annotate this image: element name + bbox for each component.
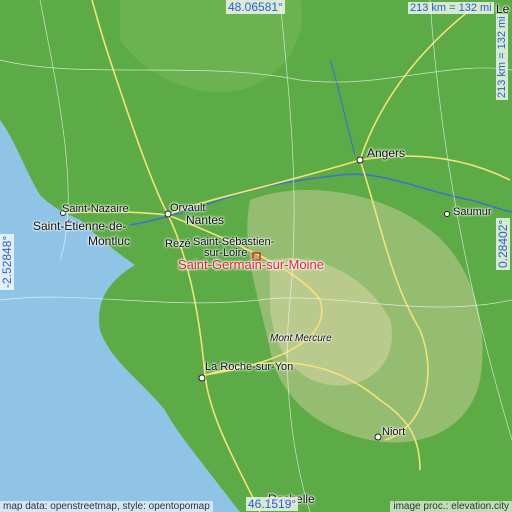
left-longitude: -2.52848° [0,233,14,290]
topographic-map[interactable] [0,0,512,512]
right-longitude: 0.28402° [496,217,510,270]
city-label-saumur: Saumur [453,206,492,218]
city-label-reze: Rezé [165,238,191,250]
angers-dot [356,156,364,164]
scale-right: 213 km = 132 mi [496,14,508,100]
city-label-niort: Niort [382,426,406,438]
saumur-dot [444,211,450,217]
niort-dot [374,433,382,441]
city-label-saint-etienne: Saint-Étienne-de- [33,219,127,233]
bottom-latitude: 46.1519° [246,497,299,511]
scale-top: 213 km = 132 mi [408,2,494,14]
city-label-nantes: Nantes [186,213,225,227]
la-roche-dot [198,374,206,382]
city-label-montluc: Montluc [88,234,131,248]
city-label-mont-mercure: Mont Mercure [270,333,332,344]
image-attribution: image proc.: elevation.city [390,501,512,512]
map-attribution: map data: openstreetmap, style: opentopo… [0,501,213,512]
city-label-saint-nazaire: Saint-Nazaire [62,203,129,215]
top-latitude: 48.06581° [226,0,285,14]
city-label-angers: Angers [367,146,406,160]
location-marker-label: Saint-Germain-sur-Moine [178,257,324,272]
city-label-la-roche-sur-yon: La Roche-sur-Yon [205,361,294,373]
